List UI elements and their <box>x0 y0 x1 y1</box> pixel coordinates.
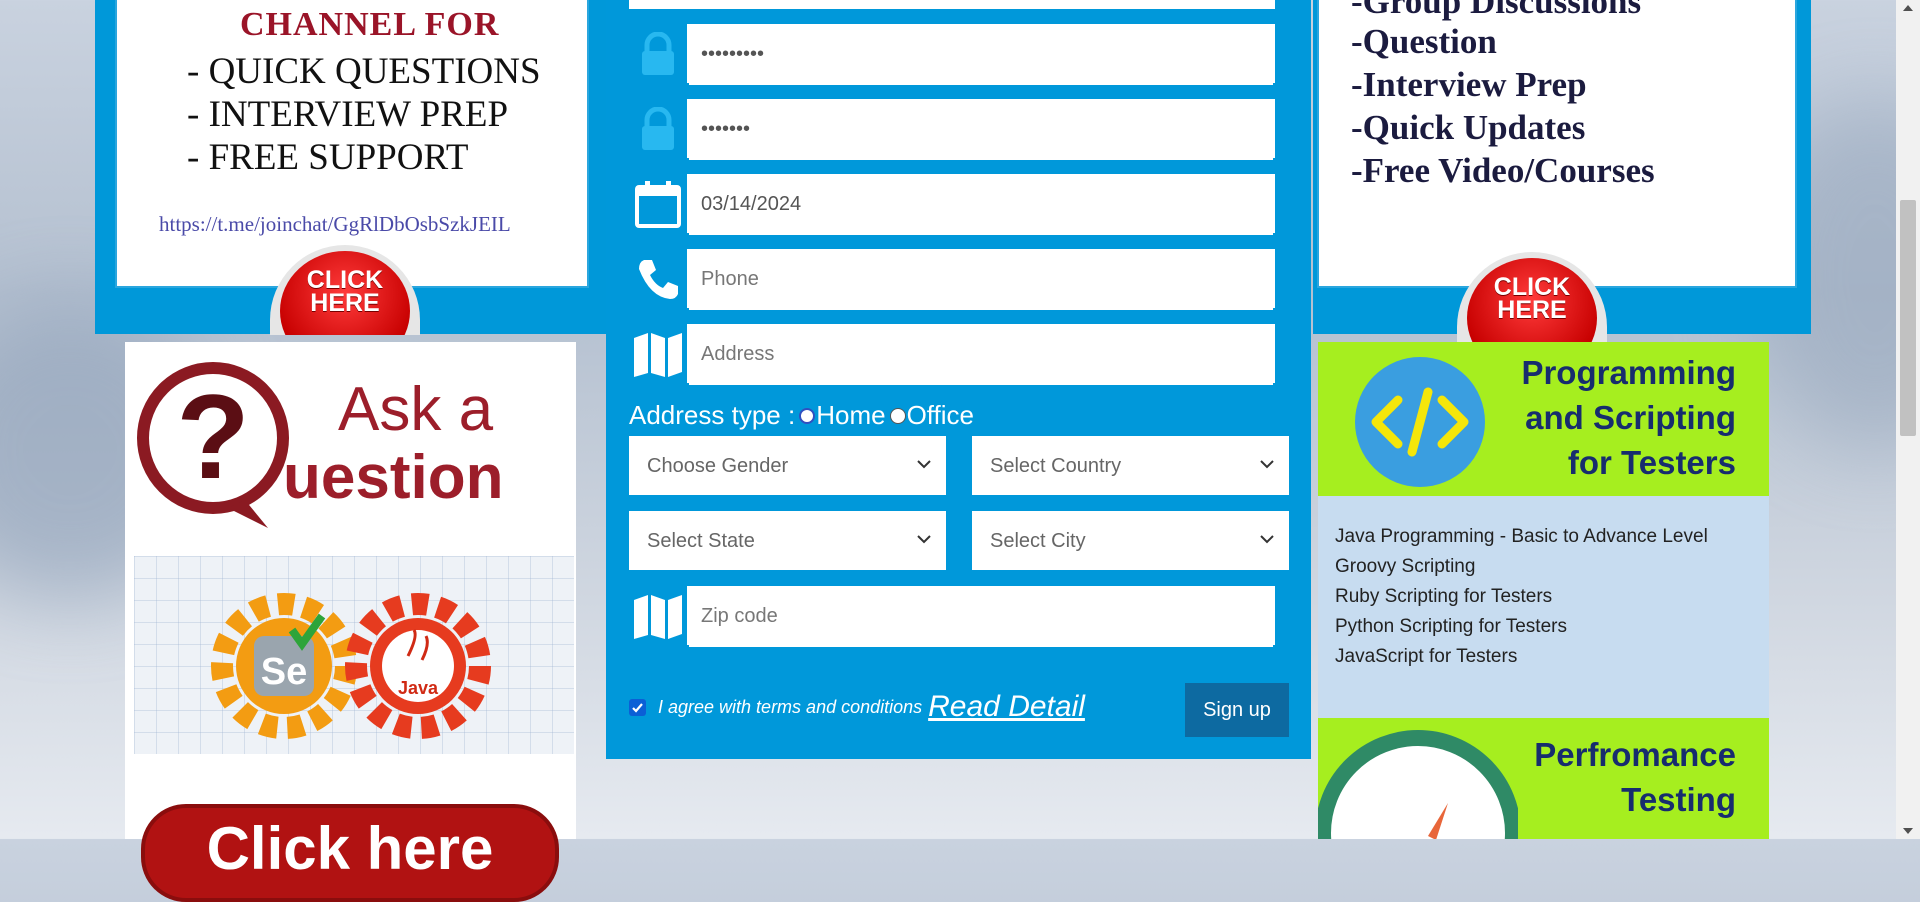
password-field[interactable] <box>629 24 1275 85</box>
terms-row: I agree with terms and conditions Read D… <box>629 690 1085 724</box>
address-input[interactable] <box>689 324 1273 385</box>
banner-line: - FREE SUPPORT <box>187 137 469 178</box>
state-select[interactable]: Select State <box>629 511 946 570</box>
date-field[interactable] <box>629 174 1275 235</box>
gender-dropdown[interactable]: Choose Gender <box>629 436 946 495</box>
course-item: Groovy Scripting <box>1335 556 1476 577</box>
scroll-up-icon[interactable] <box>1896 0 1920 16</box>
ask-a-text: Ask a <box>338 375 494 444</box>
office-radio-label[interactable]: Office <box>907 400 974 431</box>
code-icon <box>1355 357 1485 487</box>
question-text: uestion <box>283 443 504 512</box>
lock-icon <box>629 99 687 158</box>
course-item: Ruby Scripting for Testers <box>1335 586 1553 607</box>
lock-icon <box>629 24 687 83</box>
terms-text: I agree with terms and conditions <box>658 696 923 717</box>
read-detail-link[interactable]: Read Detail <box>928 690 1085 724</box>
gears-icon: Se Java <box>211 593 491 739</box>
click-here-big-text: Click here <box>206 815 494 882</box>
previous-field[interactable] <box>629 0 1275 9</box>
checkmark-icon <box>632 702 643 713</box>
banner-line: - INTERVIEW PREP <box>187 94 509 135</box>
course-item: Java Programming - Basic to Advance Leve… <box>1335 526 1708 547</box>
home-radio-label[interactable]: Home <box>816 400 885 431</box>
scrollbar-thumb[interactable] <box>1900 200 1916 436</box>
page-scrollbar[interactable] <box>1896 0 1920 839</box>
banner-line: -Free Video/Courses <box>1351 151 1655 190</box>
date-input[interactable] <box>689 174 1273 235</box>
banner-line: -Interview Prep <box>1351 65 1587 104</box>
here-text: HERE <box>1497 296 1567 324</box>
programming-title-line: and Scripting <box>1525 399 1736 436</box>
group-discussion-banner[interactable]: -Group Discussions -Question -Interview … <box>1313 0 1811 342</box>
phone-input[interactable] <box>689 249 1273 310</box>
click-here-big-button[interactable]: Click here <box>141 804 559 902</box>
state-dropdown[interactable]: Select State <box>629 511 946 570</box>
phone-field[interactable] <box>629 249 1275 310</box>
programming-ad-header: Programming and Scripting for Testers <box>1318 342 1769 496</box>
address-type-group: Address type : Home Office <box>629 400 974 431</box>
telegram-link[interactable]: https://t.me/joinchat/GgRlDbOsbSzkJEIL <box>159 212 511 237</box>
performance-title-line: Perfromance <box>1534 736 1736 773</box>
performance-title-line: Testing <box>1621 781 1736 818</box>
scroll-down-icon[interactable] <box>1896 823 1920 839</box>
gender-select[interactable]: Choose Gender <box>629 436 946 495</box>
here-text: HERE <box>310 289 380 317</box>
map-icon <box>629 586 687 645</box>
address-type-label: Address type : <box>629 400 796 430</box>
office-radio[interactable] <box>889 407 906 424</box>
country-dropdown[interactable]: Select Country <box>972 436 1289 495</box>
ask-a-question-ad[interactable]: ? Ask a uestion <box>133 350 573 530</box>
country-select[interactable]: Select Country <box>972 436 1289 495</box>
password-input[interactable] <box>689 24 1273 85</box>
zip-input[interactable] <box>689 586 1273 647</box>
programming-title-line: for Testers <box>1567 444 1736 481</box>
map-icon <box>629 324 687 383</box>
programming-course-list: Java Programming - Basic to Advance Leve… <box>1318 496 1769 718</box>
city-dropdown[interactable]: Select City <box>972 511 1289 570</box>
speedometer-icon <box>1318 730 1518 839</box>
programming-title-line: Programming <box>1521 354 1736 391</box>
calendar-icon <box>629 174 687 233</box>
terms-checkbox[interactable] <box>629 698 646 716</box>
performance-testing-ad[interactable]: Perfromance Testing <box>1318 718 1769 839</box>
confirm-password-field[interactable] <box>629 99 1275 160</box>
java-label: Java <box>398 678 439 698</box>
confirm-password-input[interactable] <box>689 99 1273 160</box>
selenium-label: Se <box>261 651 307 693</box>
registration-form: Address type : Home Office Choose Gender… <box>606 0 1311 759</box>
banner-line: - QUICK QUESTIONS <box>187 51 541 92</box>
banner-line: -Question <box>1351 22 1497 61</box>
home-radio[interactable] <box>799 407 816 424</box>
sign-up-button[interactable]: Sign up <box>1185 683 1289 737</box>
svg-text:?: ? <box>176 370 249 504</box>
city-select[interactable]: Select City <box>972 511 1289 570</box>
banner-title: CHANNEL FOR <box>240 6 500 43</box>
programming-scripting-ad[interactable]: Programming and Scripting for Testers Ja… <box>1318 342 1769 718</box>
address-field[interactable] <box>629 324 1275 385</box>
banner-line: -Quick Updates <box>1351 108 1586 147</box>
course-item: JavaScript for Testers <box>1335 646 1518 667</box>
course-item: Python Scripting for Testers <box>1335 616 1567 637</box>
left-ads-column: ? Ask a uestion Se Java Click here <box>125 342 576 902</box>
telegram-channel-banner[interactable]: CHANNEL FOR - QUICK QUESTIONS - INTERVIE… <box>95 0 608 335</box>
zip-field[interactable] <box>629 586 1275 647</box>
selenium-java-gears-ad[interactable]: Se Java <box>134 556 574 754</box>
phone-icon <box>629 249 687 308</box>
banner-line: -Group Discussions <box>1351 0 1642 21</box>
